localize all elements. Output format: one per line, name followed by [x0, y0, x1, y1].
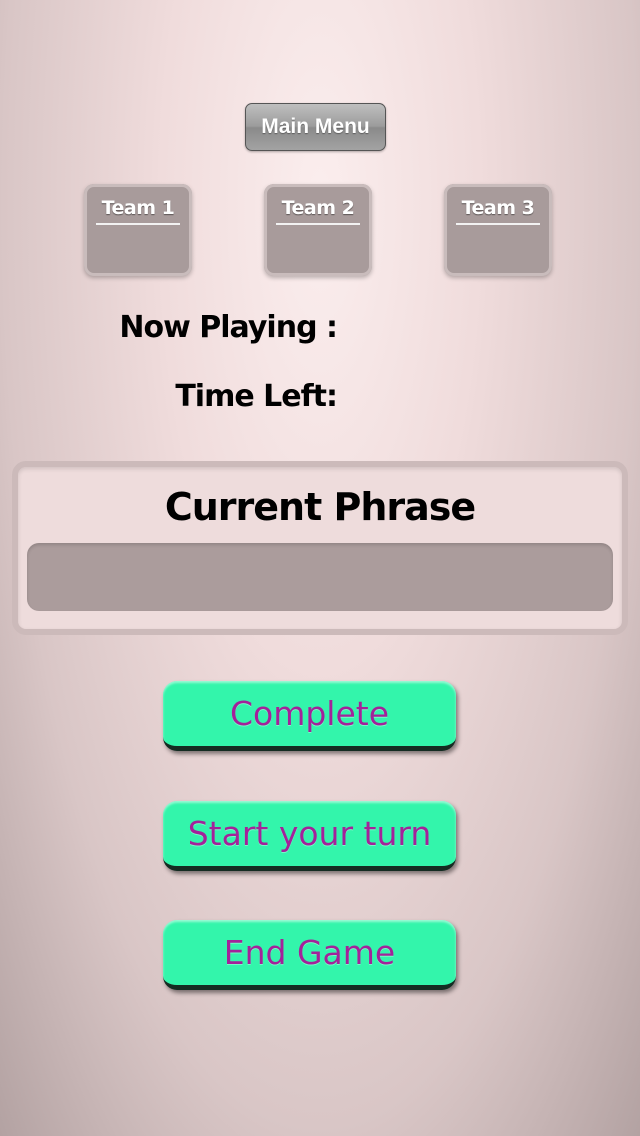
team-3-box[interactable]: Team 3 [444, 184, 552, 276]
current-phrase-panel: Current Phrase [12, 461, 628, 635]
time-left-label: Time Left: [175, 379, 338, 414]
team-2-label: Team 2 [276, 197, 360, 225]
team-1-label: Team 1 [96, 197, 180, 225]
current-phrase-field [27, 543, 613, 611]
now-playing-label: Now Playing : [119, 310, 338, 345]
team-3-label: Team 3 [456, 197, 540, 225]
complete-button[interactable]: Complete [163, 681, 456, 751]
current-phrase-title: Current Phrase [164, 485, 476, 529]
start-turn-button[interactable]: Start your turn [163, 801, 456, 871]
main-menu-button[interactable]: Main Menu [245, 103, 386, 151]
team-1-box[interactable]: Team 1 [84, 184, 192, 276]
team-2-box[interactable]: Team 2 [264, 184, 372, 276]
end-game-button[interactable]: End Game [163, 920, 456, 990]
